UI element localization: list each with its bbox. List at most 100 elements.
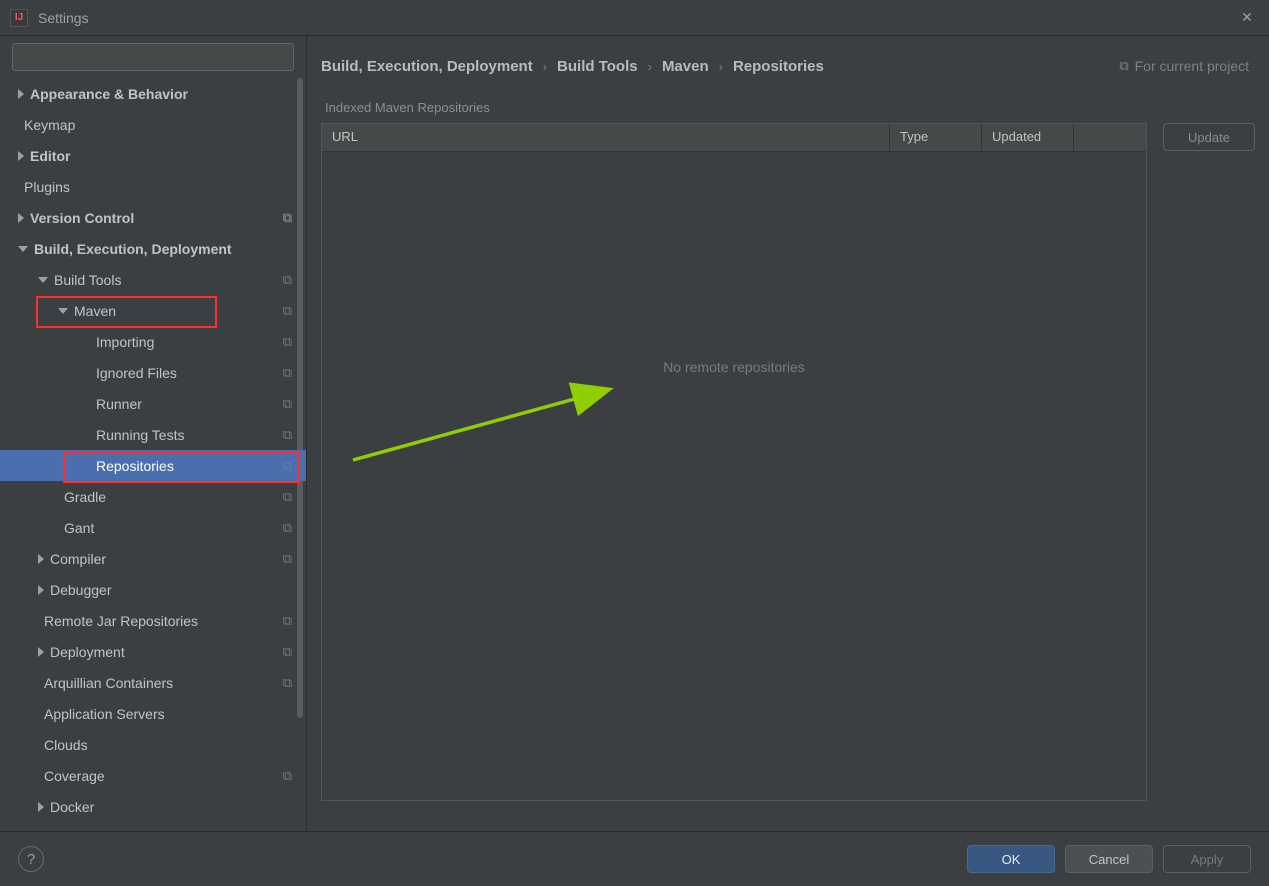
main-layout: ⌕ Appearance & Behavior Keymap Editor Pl…	[0, 36, 1269, 831]
bottombar: ? OK Cancel Apply	[0, 831, 1269, 886]
update-button-wrap: Update	[1163, 123, 1255, 801]
copy-icon: ⧉	[283, 396, 292, 412]
tree-editor[interactable]: Editor	[0, 140, 306, 171]
search-input[interactable]	[12, 43, 294, 71]
tree-app-servers[interactable]: Application Servers	[0, 698, 306, 729]
col-updated[interactable]: Updated	[982, 124, 1074, 151]
tree-plugins[interactable]: Plugins	[0, 171, 306, 202]
tree-label: Arquillian Containers	[44, 675, 173, 691]
tree-label: Version Control	[30, 210, 134, 226]
tree-label: Clouds	[44, 737, 88, 753]
copy-icon: ⧉	[283, 644, 292, 660]
col-blank	[1074, 124, 1146, 151]
close-icon[interactable]: ✕	[1235, 6, 1259, 30]
window-title: Settings	[38, 10, 89, 26]
section-title: Indexed Maven Repositories	[325, 100, 1251, 115]
tree-label: Ignored Files	[96, 365, 177, 381]
copy-icon: ⧉	[283, 489, 292, 505]
tree-debugger[interactable]: Debugger	[0, 574, 306, 605]
update-button[interactable]: Update	[1163, 123, 1255, 151]
titlebar: IJ Settings ✕	[0, 0, 1269, 36]
breadcrumb-a[interactable]: Build, Execution, Deployment	[321, 58, 533, 75]
tree-label: Deployment	[50, 644, 125, 660]
tree-label: Build, Execution, Deployment	[34, 241, 232, 257]
copy-icon: ⧉	[283, 210, 292, 226]
tree-maven[interactable]: Maven ⧉	[0, 295, 306, 326]
repositories-table: URL Type Updated No remote repositories	[321, 123, 1147, 801]
tree-label: Running Tests	[96, 427, 184, 443]
tree-runner[interactable]: Runner ⧉	[0, 388, 306, 419]
copy-icon: ⧉	[283, 675, 292, 691]
tree-label: Runner	[96, 396, 142, 412]
search-wrap: ⌕	[0, 36, 306, 78]
copy-icon: ⧉	[283, 303, 292, 319]
tree-importing[interactable]: Importing ⧉	[0, 326, 306, 357]
tree-ignored[interactable]: Ignored Files ⧉	[0, 357, 306, 388]
breadcrumb-b[interactable]: Build Tools	[557, 58, 638, 75]
content-area: Build, Execution, Deployment › Build Too…	[307, 36, 1269, 831]
tree-label: Plugins	[24, 179, 70, 195]
tree-label: Keymap	[24, 117, 75, 133]
apply-button[interactable]: Apply	[1163, 845, 1251, 873]
tree-label: Build Tools	[54, 272, 121, 288]
tree-label: Gant	[64, 520, 94, 536]
table-header: URL Type Updated	[322, 124, 1146, 152]
tree-label: Repositories	[96, 458, 174, 474]
tree-label: Gradle	[64, 489, 106, 505]
tree-bed[interactable]: Build, Execution, Deployment	[0, 233, 306, 264]
tree-label: Compiler	[50, 551, 106, 567]
tree-repositories[interactable]: Repositories ⧉	[0, 450, 306, 481]
chevron-right-icon: ›	[648, 59, 652, 74]
tree-gradle[interactable]: Gradle ⧉	[0, 481, 306, 512]
col-url[interactable]: URL	[322, 124, 890, 151]
tree-label: Application Servers	[44, 706, 165, 722]
help-icon[interactable]: ?	[18, 846, 44, 872]
tree-label: Coverage	[44, 768, 105, 784]
tree-label: Remote Jar Repositories	[44, 613, 198, 629]
tree-docker[interactable]: Docker	[0, 791, 306, 822]
settings-tree: Appearance & Behavior Keymap Editor Plug…	[0, 78, 306, 831]
copy-icon: ⧉	[283, 613, 292, 629]
copy-icon: ⧉	[283, 427, 292, 443]
chevron-right-icon: ›	[719, 59, 723, 74]
tree-keymap[interactable]: Keymap	[0, 109, 306, 140]
breadcrumb-c[interactable]: Maven	[662, 58, 709, 75]
for-current-project-label: For current project	[1135, 58, 1249, 74]
tree-label: Importing	[96, 334, 154, 350]
tree-label: Docker	[50, 799, 94, 815]
copy-icon: ⧉	[283, 458, 292, 474]
repositories-section: Indexed Maven Repositories	[321, 96, 1255, 123]
tree-build-tools[interactable]: Build Tools ⧉	[0, 264, 306, 295]
tree-label: Maven	[74, 303, 116, 319]
tree-label: Appearance & Behavior	[30, 86, 188, 102]
tree-appearance[interactable]: Appearance & Behavior	[0, 78, 306, 109]
tree-deployment[interactable]: Deployment ⧉	[0, 636, 306, 667]
breadcrumb-d: Repositories	[733, 58, 824, 75]
tree-coverage[interactable]: Coverage ⧉	[0, 760, 306, 791]
tree-gant[interactable]: Gant ⧉	[0, 512, 306, 543]
tree-vcs[interactable]: Version Control ⧉	[0, 202, 306, 233]
breadcrumbs: Build, Execution, Deployment › Build Too…	[307, 36, 1269, 96]
copy-icon: ⧉	[283, 334, 292, 350]
copy-icon: ⧉	[1119, 58, 1128, 74]
for-current-project: ⧉ For current project	[1119, 58, 1249, 74]
copy-icon: ⧉	[283, 365, 292, 381]
tree-remote-jar[interactable]: Remote Jar Repositories ⧉	[0, 605, 306, 636]
intellij-icon: IJ	[10, 9, 28, 27]
tree-label: Editor	[30, 148, 70, 164]
ok-button[interactable]: OK	[967, 845, 1055, 873]
empty-repositories-message: No remote repositories	[322, 152, 1146, 800]
copy-icon: ⧉	[283, 551, 292, 567]
col-type[interactable]: Type	[890, 124, 982, 151]
copy-icon: ⧉	[283, 520, 292, 536]
repo-area: URL Type Updated No remote repositories …	[321, 123, 1255, 801]
copy-icon: ⧉	[283, 272, 292, 288]
chevron-right-icon: ›	[543, 59, 547, 74]
tree-compiler[interactable]: Compiler ⧉	[0, 543, 306, 574]
tree-arquillian[interactable]: Arquillian Containers ⧉	[0, 667, 306, 698]
sidebar: ⌕ Appearance & Behavior Keymap Editor Pl…	[0, 36, 307, 831]
tree-clouds[interactable]: Clouds	[0, 729, 306, 760]
cancel-button[interactable]: Cancel	[1065, 845, 1153, 873]
copy-icon: ⧉	[283, 768, 292, 784]
tree-running-tests[interactable]: Running Tests ⧉	[0, 419, 306, 450]
